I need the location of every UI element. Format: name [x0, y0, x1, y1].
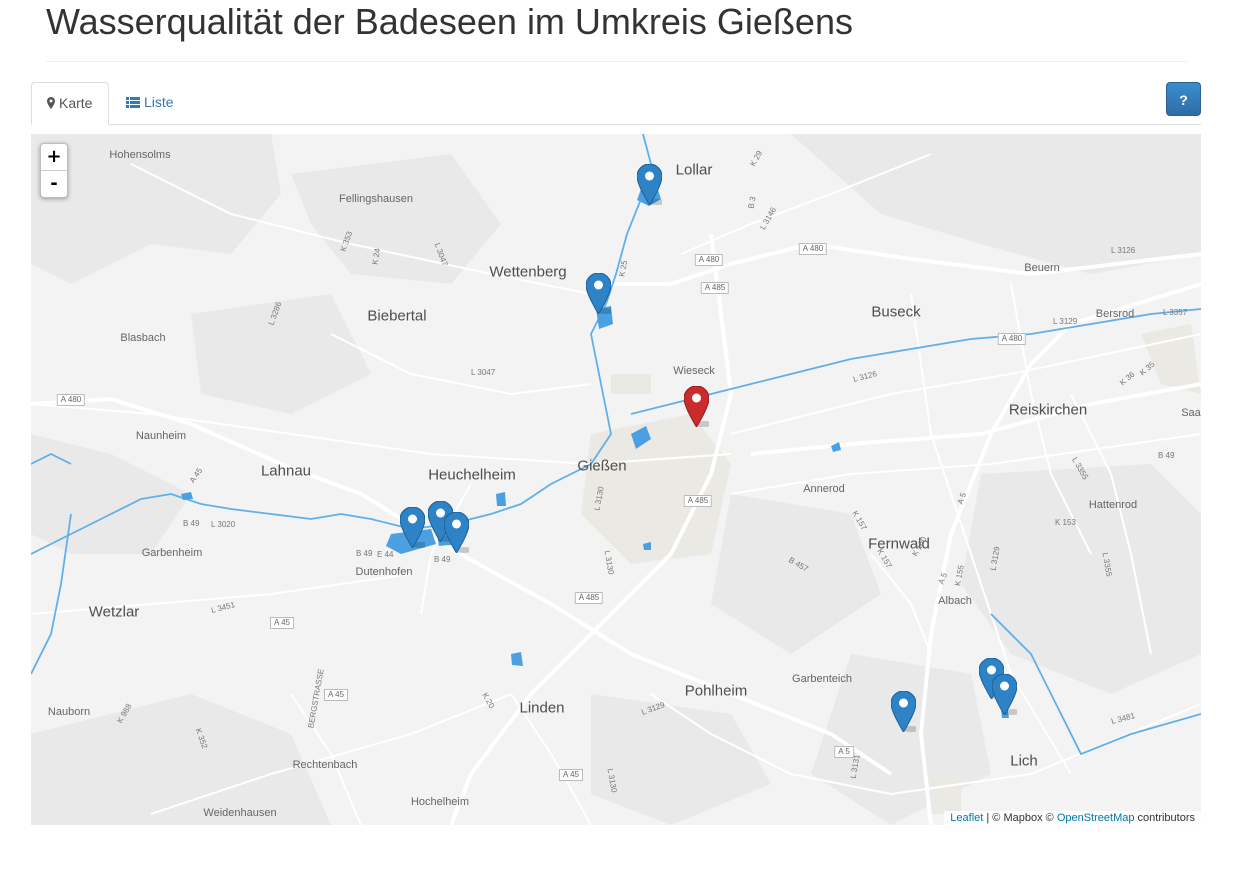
road-label: B 49	[356, 549, 373, 558]
zoom-out-button[interactable]: -	[41, 171, 67, 197]
road-shield: A 480	[798, 243, 828, 255]
road-label: L 3020	[211, 520, 236, 529]
place-label-small: Blasbach	[120, 332, 166, 344]
place-label: Pohlheim	[684, 682, 748, 700]
list-icon	[126, 83, 140, 124]
map-marker-icon[interactable]	[585, 272, 616, 315]
map-tiles	[31, 134, 1201, 825]
road-label: B 49	[434, 555, 451, 564]
place-label-small: Naunheim	[135, 430, 187, 442]
place-label: Biebertal	[367, 307, 427, 325]
place-label: Gießen	[577, 457, 627, 475]
road-shield: A 480	[694, 254, 724, 266]
tab-karte-label: Karte	[59, 95, 93, 111]
place-label: Lollar	[675, 161, 713, 179]
leaflet-link[interactable]: Leaflet	[950, 812, 983, 824]
road-label: L 3129	[1053, 317, 1078, 326]
place-label-small: Beuern	[1024, 262, 1060, 274]
place-label: Heuchelheim	[428, 466, 516, 484]
road-label: B 49	[1158, 451, 1175, 460]
place-label-small: Bersrod	[1095, 308, 1135, 320]
place-label: Buseck	[871, 303, 921, 321]
road-label: L 3126	[1111, 246, 1136, 255]
tab-liste-label: Liste	[144, 94, 174, 110]
place-label-small: Garbenheim	[141, 547, 203, 559]
map-marker-icon[interactable]	[991, 673, 1022, 716]
road-shield: A 485	[700, 282, 730, 294]
place-label: Lich	[1010, 752, 1038, 770]
road-label: L 3357	[1163, 308, 1188, 317]
place-label: Reiskirchen	[1008, 401, 1088, 419]
place-label-small: Wieseck	[673, 365, 715, 377]
place-label: Wettenberg	[489, 263, 567, 281]
place-label-small: Albach	[938, 595, 972, 607]
road-label: L 3047	[471, 368, 496, 377]
zoom-control: + -	[40, 143, 68, 198]
map-view[interactable]: Lollar Wettenberg Biebertal Buseck Reisk…	[31, 134, 1201, 825]
tab-karte[interactable]: Karte	[31, 82, 109, 125]
place-label-small: Nauborn	[47, 706, 91, 718]
place-label-small: Hochelheim	[410, 796, 470, 808]
map-marker-icon[interactable]	[443, 511, 474, 554]
map-marker-icon[interactable]	[399, 506, 430, 549]
place-label-small: Dutenhofen	[355, 566, 413, 578]
tab-bar: Karte Liste	[31, 82, 1201, 125]
road-label: B 49	[183, 519, 200, 528]
road-shield: A 485	[574, 592, 604, 604]
map-marker-icon[interactable]	[890, 690, 921, 733]
road-shield: A 5	[834, 746, 854, 758]
attribution-suffix: contributors	[1134, 812, 1195, 824]
title-divider	[46, 61, 1187, 62]
road-shield: A 485	[683, 495, 713, 507]
place-label-small: Weidenhausen	[203, 807, 277, 819]
place-label: Linden	[519, 699, 565, 717]
place-label-small: Rechtenbach	[292, 759, 358, 771]
road-shield: A 480	[997, 333, 1027, 345]
map-marker-icon[interactable]	[636, 163, 667, 206]
road-shield: A 45	[269, 617, 295, 629]
road-label: K 153	[1055, 518, 1076, 527]
zoom-in-button[interactable]: +	[41, 144, 67, 171]
page-title: Wasserqualität der Badeseen im Umkreis G…	[46, 1, 853, 42]
map-marker-icon[interactable]	[683, 385, 714, 428]
place-label: Lahnau	[260, 462, 312, 480]
map-marker-icon	[47, 84, 55, 125]
help-button[interactable]: ?	[1166, 82, 1201, 116]
place-label-small: Saa	[1181, 407, 1201, 419]
place-label-small: Annerod	[803, 483, 845, 495]
place-label-small: Garbenteich	[792, 673, 852, 685]
road-label: E 44	[377, 550, 394, 559]
openstreetmap-link[interactable]: OpenStreetMap	[1057, 812, 1135, 824]
place-label-small: Hattenrod	[1088, 499, 1138, 511]
road-shield: A 45	[558, 769, 584, 781]
tab-liste[interactable]: Liste	[111, 82, 189, 123]
place-label: Wetzlar	[88, 603, 140, 621]
road-shield: A 45	[323, 689, 349, 701]
attribution-text: | © Mapbox ©	[983, 812, 1057, 824]
place-label-small: Fellingshausen	[339, 193, 413, 205]
road-shield: A 480	[56, 394, 86, 406]
map-attribution: Leaflet | © Mapbox © OpenStreetMap contr…	[944, 811, 1201, 825]
place-label-small: Hohensolms	[109, 149, 171, 161]
